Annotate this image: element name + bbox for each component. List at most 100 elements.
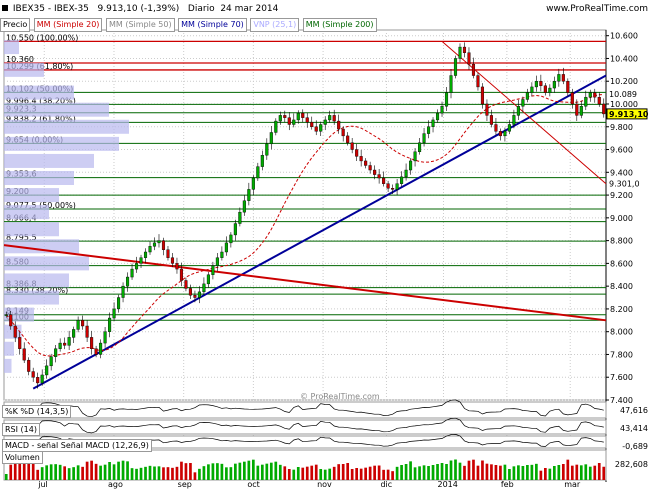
- candle-body: [161, 240, 166, 250]
- volume-bar: [112, 464, 116, 480]
- y-tick-label: 8.800: [610, 237, 633, 246]
- candle-body: [148, 246, 152, 253]
- candle-body: [40, 374, 44, 384]
- y-tick-label: 7.600: [610, 373, 633, 382]
- volume-profile-bar: [4, 119, 129, 134]
- volume-bar: [593, 465, 597, 480]
- volume-bar: [251, 459, 255, 480]
- volume-profile-bar: [4, 102, 109, 117]
- volume-bar: [4, 474, 8, 480]
- candle-body: [332, 115, 336, 122]
- legend-price[interactable]: Precio: [0, 18, 31, 32]
- candle-body: [503, 131, 507, 137]
- candle-body: [323, 119, 327, 125]
- volume-bar: [310, 465, 314, 480]
- volume-bar: [337, 464, 341, 480]
- volume-bar: [278, 464, 282, 480]
- volume-bar: [13, 463, 17, 480]
- candle-body: [179, 268, 184, 281]
- stoch-legend[interactable]: %K %D (14,3,5): [2, 405, 72, 418]
- candle-body: [431, 119, 435, 127]
- volume-profile-bar: [4, 307, 34, 322]
- candle-body: [85, 325, 89, 338]
- volume-bar: [395, 466, 399, 480]
- volume-bar: [314, 464, 318, 480]
- volume-bar: [386, 469, 390, 480]
- volume-bar: [265, 463, 269, 480]
- volume-bar: [18, 462, 22, 480]
- candle-body: [512, 115, 516, 125]
- candle-body: [157, 240, 161, 244]
- legend-ma50[interactable]: MM (Simple 50): [105, 18, 175, 32]
- candle-body: [103, 331, 107, 344]
- volume-profile-bar: [4, 136, 119, 151]
- right-price-label: 9.913,10: [609, 110, 649, 119]
- volume-bar: [579, 465, 583, 480]
- quote: 9.913,10 (-1,39%): [97, 4, 180, 14]
- candle-body: [489, 115, 493, 125]
- volume-bar: [485, 463, 489, 480]
- volume-bar: [503, 464, 507, 480]
- y-tick-label: 7.400: [610, 396, 633, 405]
- volume-bar: [108, 462, 111, 480]
- candle-body: [467, 52, 471, 65]
- candle-body: [543, 85, 547, 93]
- legend-ma20[interactable]: MM (Simple 20): [33, 18, 103, 32]
- candle-body: [602, 103, 606, 115]
- candle-body: [552, 81, 556, 89]
- volume-bar: [575, 464, 579, 480]
- rsi-value: 43,414: [620, 424, 648, 433]
- volume-bar: [121, 460, 125, 480]
- candle-body: [215, 257, 219, 266]
- volume-bar: [229, 467, 233, 480]
- y-tick-label: 8.000: [610, 328, 633, 337]
- volume-bar: [148, 465, 152, 480]
- candle-body: [548, 87, 552, 93]
- candle-body: [238, 211, 242, 224]
- volume-bar: [220, 463, 224, 480]
- candle-body: [54, 348, 58, 357]
- volume-bar: [422, 465, 426, 480]
- volume-bar: [269, 462, 273, 480]
- candle-body: [588, 92, 592, 98]
- legend-vnp[interactable]: VNP (25,1): [250, 18, 300, 32]
- volume-legend[interactable]: Volumen: [2, 451, 43, 464]
- legend-ma70[interactable]: MM (Simple 70): [178, 18, 247, 32]
- y-tick-label: 7.800: [610, 350, 633, 359]
- volume-bar: [382, 469, 385, 480]
- candle-body: [211, 265, 215, 275]
- volume-bar: [216, 463, 219, 480]
- y-tick-label: 8.200: [610, 305, 633, 314]
- candle-body: [350, 142, 354, 150]
- candle-body: [377, 174, 381, 179]
- candle-body: [125, 276, 130, 287]
- candle-body: [112, 308, 116, 319]
- volume-bar: [445, 464, 448, 480]
- y-tick-label: 10.000: [610, 100, 638, 109]
- volume-bar: [36, 469, 40, 480]
- x-tick-label: dic: [380, 480, 392, 489]
- candle-body: [206, 274, 210, 285]
- legend-ma200[interactable]: MM (Simple 200): [302, 18, 377, 32]
- volume-bar: [211, 463, 215, 480]
- volume-bar: [238, 462, 242, 480]
- volume-profile-bar: [4, 273, 69, 288]
- volume-bar: [296, 467, 300, 480]
- candle-body: [404, 169, 408, 178]
- volume-bar: [305, 466, 309, 480]
- volume-bar: [323, 469, 327, 480]
- volume-bar: [45, 465, 49, 480]
- y-tick-label: 10.200: [610, 77, 638, 86]
- candle-body: [310, 122, 314, 127]
- volume-bar: [552, 466, 556, 480]
- x-tick-label: mar: [564, 480, 581, 489]
- volume-bar: [81, 466, 84, 480]
- candle-body: [9, 314, 13, 327]
- rsi-legend[interactable]: RSI (14): [2, 423, 40, 436]
- volume-bar: [292, 469, 296, 480]
- candle-body: [328, 115, 332, 121]
- y-tick-label: 8.400: [610, 282, 633, 291]
- volume-bar: [341, 464, 345, 480]
- volume-profile-bar: [4, 171, 74, 185]
- volume-bar: [413, 467, 417, 480]
